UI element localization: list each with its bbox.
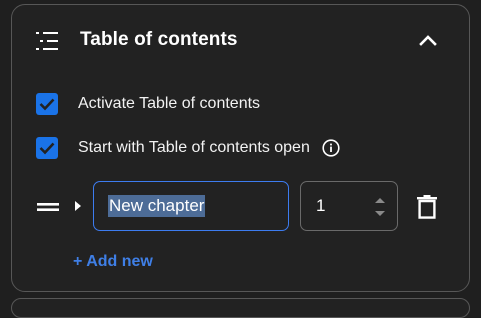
add-new-button[interactable]: + Add new [73,253,153,271]
next-panel-edge [11,298,470,318]
activate-toc-label: Activate Table of contents [78,95,261,112]
chapter-row: New chapter 1 [12,181,469,231]
checkmark-icon [39,98,55,111]
start-open-label: Start with Table of contents open [78,139,310,156]
panel-header[interactable]: Table of contents [12,5,469,75]
drag-handle-icon[interactable] [37,203,59,211]
chevron-up-icon[interactable] [414,29,442,53]
panel-title: Table of contents [80,29,238,50]
expand-arrow-icon[interactable] [74,200,82,212]
checkmark-icon [39,142,55,155]
chapter-name-value: New chapter [108,195,206,217]
start-open-option[interactable]: Start with Table of contents open [36,136,340,160]
start-open-checkbox[interactable] [36,137,58,159]
chapter-page-input[interactable]: 1 [300,181,398,231]
activate-toc-option[interactable]: Activate Table of contents [36,92,260,116]
table-of-contents-panel: Table of contents Activate Table of cont… [11,4,470,292]
info-icon[interactable] [322,139,340,157]
spinner-arrows-icon[interactable] [373,194,387,220]
list-icon [36,32,58,50]
chapter-name-input[interactable]: New chapter [93,181,289,231]
chapter-page-value: 1 [316,196,326,215]
trash-icon[interactable] [417,195,437,219]
activate-toc-checkbox[interactable] [36,93,58,115]
